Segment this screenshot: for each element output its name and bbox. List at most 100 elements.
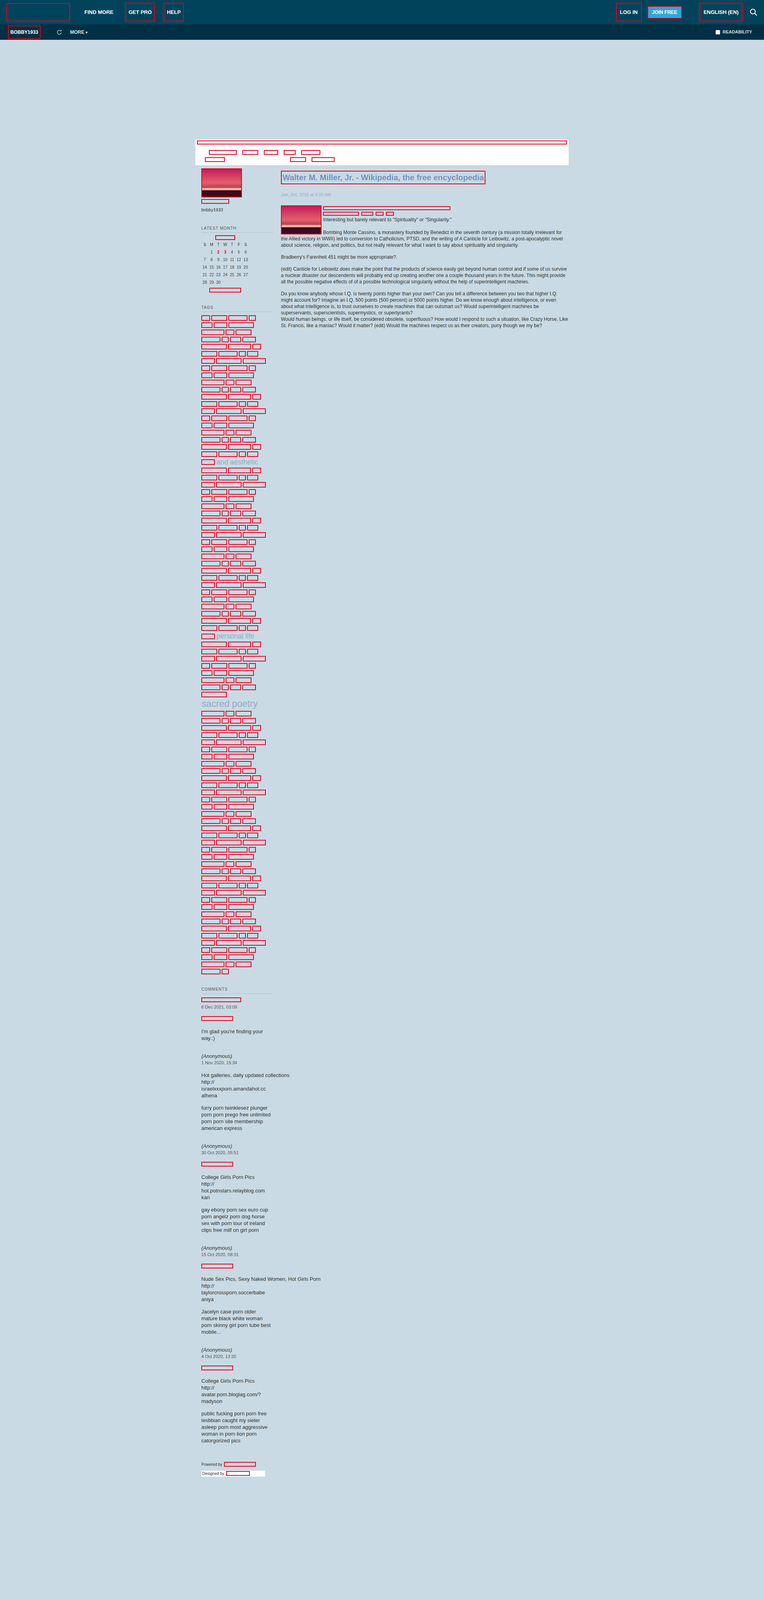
tag-link[interactable] <box>235 911 252 917</box>
tag-link[interactable] <box>201 641 227 648</box>
tag-link[interactable] <box>247 474 259 481</box>
tag-link[interactable] <box>221 918 229 924</box>
tag-link[interactable] <box>225 911 235 917</box>
tag-link[interactable] <box>218 524 238 531</box>
tag-link[interactable] <box>238 574 246 581</box>
tag-link[interactable] <box>201 853 213 860</box>
tag-link[interactable] <box>201 789 215 796</box>
tag-link[interactable] <box>216 358 242 364</box>
nav-link[interactable]: GET PRO <box>125 2 156 22</box>
tag-link[interactable] <box>247 625 259 631</box>
tag-link[interactable] <box>201 648 218 655</box>
tag-link[interactable] <box>213 496 228 502</box>
tag-link[interactable] <box>228 489 248 495</box>
tag-link[interactable] <box>201 415 211 421</box>
tag-link[interactable] <box>211 796 228 803</box>
tag-link[interactable] <box>225 503 235 509</box>
tag-link[interactable] <box>228 796 248 803</box>
tag-link[interactable] <box>228 343 252 350</box>
tag-link[interactable] <box>218 782 238 788</box>
tag-link[interactable] <box>252 467 262 474</box>
tag-link[interactable] <box>242 481 266 488</box>
tag-link[interactable] <box>218 648 238 655</box>
tag-link[interactable] <box>228 725 252 731</box>
tag-link[interactable] <box>242 436 256 443</box>
tag-link[interactable] <box>242 739 266 745</box>
tag-link[interactable] <box>238 648 246 655</box>
tag-link[interactable] <box>201 329 225 336</box>
tag-link[interactable] <box>216 532 242 538</box>
tag-link[interactable] <box>211 315 228 321</box>
tag-link[interactable] <box>225 379 235 386</box>
tag-link[interactable] <box>252 343 262 350</box>
entry-title[interactable]: Walter M. Miller, Jr. - Wikipedia, the f… <box>280 170 486 185</box>
tag-link[interactable] <box>228 422 254 429</box>
tag-link[interactable] <box>201 932 218 939</box>
tag-link[interactable] <box>228 746 248 753</box>
tag-link[interactable] <box>242 717 256 724</box>
tag-link[interactable] <box>242 610 256 617</box>
tag-link[interactable] <box>201 429 225 436</box>
tag-link[interactable] <box>201 861 225 867</box>
tag-link[interactable] <box>247 401 259 407</box>
tag-link[interactable] <box>201 846 211 853</box>
tag-link[interactable] <box>201 358 215 364</box>
tag-link[interactable] <box>248 489 256 495</box>
tag-link[interactable] <box>247 732 259 738</box>
tag-link[interactable] <box>201 343 227 350</box>
tag-link[interactable] <box>242 386 256 393</box>
tag-link[interactable] <box>242 532 266 538</box>
tag-link[interactable] <box>201 717 221 724</box>
tag-link[interactable] <box>228 904 254 910</box>
tag-link[interactable] <box>229 717 242 724</box>
tag-link[interactable] <box>201 746 211 753</box>
tag-link[interactable] <box>201 691 227 698</box>
tag-link[interactable] <box>216 789 242 796</box>
logo[interactable] <box>6 3 71 22</box>
login-link[interactable]: LOG IN <box>615 2 642 22</box>
tag-link[interactable] <box>211 947 228 953</box>
tag-link[interactable] <box>235 429 252 436</box>
tag-link[interactable] <box>235 329 252 336</box>
tag-link[interactable] <box>252 875 262 881</box>
tag-link[interactable] <box>248 947 256 953</box>
tag-link[interactable] <box>213 670 228 676</box>
tag-link[interactable] <box>201 553 225 560</box>
tag-link[interactable] <box>216 655 242 662</box>
tag-link[interactable] <box>201 625 218 631</box>
tag-link[interactable] <box>252 775 262 781</box>
tag-link[interactable] <box>201 904 213 910</box>
tag-link[interactable] <box>201 336 221 343</box>
tag-link[interactable] <box>201 889 215 896</box>
tag-link[interactable] <box>228 415 248 421</box>
tag-link[interactable] <box>225 861 235 867</box>
tag-link[interactable] <box>228 322 254 328</box>
tag-link[interactable] <box>229 918 242 924</box>
tag-link[interactable] <box>201 517 227 524</box>
tag-link[interactable] <box>242 818 256 824</box>
tag-link[interactable] <box>247 574 259 581</box>
tag-link[interactable] <box>221 717 229 724</box>
tag-link[interactable] <box>201 444 227 450</box>
calendar-day[interactable]: 2 <box>214 248 222 256</box>
tag-link[interactable] <box>221 818 229 824</box>
tag-link[interactable] <box>228 875 252 881</box>
tag-link[interactable] <box>235 503 252 509</box>
tag-link[interactable] <box>201 379 225 386</box>
tag-link[interactable] <box>201 760 225 767</box>
readability-checkbox[interactable] <box>715 29 721 35</box>
tag-link[interactable] <box>225 710 235 717</box>
tag-link[interactable] <box>221 767 229 774</box>
tag-link[interactable] <box>228 825 252 831</box>
tag-link[interactable] <box>218 932 238 939</box>
tag-link[interactable] <box>228 467 252 474</box>
tag-link[interactable] <box>228 444 252 450</box>
tag-link[interactable] <box>242 560 256 567</box>
tag-link[interactable] <box>238 932 246 939</box>
tag-link[interactable] <box>201 882 218 889</box>
tag-link[interactable] <box>201 875 227 881</box>
tag-link[interactable] <box>228 896 248 903</box>
tag-link[interactable] <box>201 911 225 917</box>
tag-link[interactable] <box>216 739 242 745</box>
tag-link[interactable] <box>228 954 254 960</box>
